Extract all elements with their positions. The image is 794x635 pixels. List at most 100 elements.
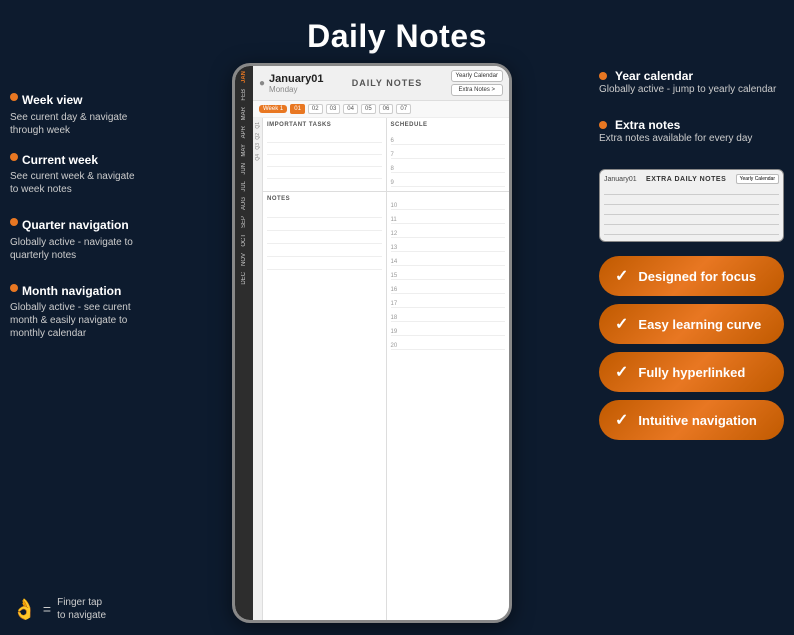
note-line-5 (267, 257, 382, 270)
sched-11: 11 (391, 210, 506, 224)
sched-8: 8 (391, 159, 506, 173)
extra-notes-preview: January01 EXTRA DAILY NOTES Yearly Calen… (599, 169, 784, 242)
dot-week-view (10, 93, 18, 101)
q2-label[interactable]: Q2 (255, 133, 261, 140)
finger-icon: 👌 (12, 597, 37, 622)
clock-icon: ● (259, 78, 265, 89)
sched-16: 16 (391, 280, 506, 294)
week-day-01[interactable]: 01 (290, 104, 305, 114)
annotation-quarter-nav-title: Quarter navigation (22, 218, 129, 234)
planner-body: Q1 Q2 Q3 Q4 IMPORTANT TASKS (253, 118, 509, 620)
annotation-quarter-nav: Quarter navigation Globally active - nav… (10, 218, 145, 262)
feature-text-navigation: Intuitive navigation (638, 413, 756, 428)
extra-notes-date: January01 (604, 176, 637, 183)
extra-notes-yearly-btn[interactable]: Yearly Calendar (736, 174, 779, 184)
tap-text: Finger tapto navigate (57, 596, 106, 622)
extra-notes-button[interactable]: Extra Notes > (451, 84, 503, 96)
dot-year-cal (599, 72, 607, 80)
date-block: January01 Monday (269, 73, 323, 94)
week-day-02[interactable]: 02 (308, 104, 323, 114)
planner-header: ● January01 Monday DAILY NOTES Yearly Ca… (253, 66, 509, 101)
annotation-month-nav-desc: Globally active - see curent month & eas… (10, 301, 145, 340)
month-sep[interactable]: SEP (241, 213, 247, 231)
yearly-calendar-button[interactable]: Yearly Calendar (451, 70, 503, 82)
device-inner: JAN FEB MAR APR MAY JUN JUL AUG SEP OCT … (235, 66, 509, 620)
sched-19: 19 (391, 322, 506, 336)
month-apr[interactable]: APR (241, 123, 247, 141)
extra-line-3 (604, 207, 779, 215)
month-jan[interactable]: JAN (241, 68, 247, 86)
device-area: JAN FEB MAR APR MAY JUN JUL AUG SEP OCT … (153, 63, 591, 635)
sched-13: 13 (391, 238, 506, 252)
sched-12: 12 (391, 224, 506, 238)
check-icon-learning: ✓ (615, 314, 628, 334)
annotation-month-nav-title: Month navigation (22, 284, 121, 300)
week-day-03[interactable]: 03 (326, 104, 341, 114)
notes-section: NOTES (263, 192, 386, 620)
week-day-05[interactable]: 05 (361, 104, 376, 114)
q3-label[interactable]: Q3 (255, 143, 261, 150)
annotation-year-cal: Year calendar Globally active - jump to … (599, 69, 784, 96)
task-line-1 (267, 131, 382, 143)
extra-line-4 (604, 217, 779, 225)
annotation-current-week-desc: See curent week & navigate to week notes (10, 170, 145, 196)
sched-20: 20 (391, 336, 506, 350)
sched-15: 15 (391, 266, 506, 280)
annotation-extra-notes-title: Extra notes (615, 118, 680, 132)
task-line-2 (267, 143, 382, 155)
week-day-04[interactable]: 04 (343, 104, 358, 114)
month-aug[interactable]: AUG (241, 194, 247, 213)
planner-content: ● January01 Monday DAILY NOTES Yearly Ca… (253, 66, 509, 620)
week-day-07[interactable]: 07 (396, 104, 411, 114)
page-title: Daily Notes (0, 0, 794, 55)
annotation-extra-notes-desc: Extra notes available for every day (599, 132, 784, 145)
feature-badge-learning: ✓ Easy learning curve (599, 304, 784, 344)
month-jul[interactable]: JUL (241, 178, 247, 195)
month-feb[interactable]: FEB (241, 86, 247, 104)
sched-18: 18 (391, 308, 506, 322)
quarter-sidebar: Q1 Q2 Q3 Q4 (253, 118, 263, 620)
sched-7: 7 (391, 145, 506, 159)
week-label[interactable]: Week 1 (259, 105, 287, 113)
annotation-week-view-title: Week view (22, 93, 82, 109)
equals-sign: = (43, 601, 51, 617)
month-oct[interactable]: OCT (241, 231, 247, 250)
device-frame: JAN FEB MAR APR MAY JUN JUL AUG SEP OCT … (232, 63, 512, 623)
annotation-extra-notes: Extra notes Extra notes available for ev… (599, 118, 784, 145)
month-mar[interactable]: MAR (241, 104, 247, 123)
feature-text-hyperlinked: Fully hyperlinked (638, 365, 745, 380)
extra-line-1 (604, 187, 779, 195)
bottom-section: NOTES 10 11 12 (263, 192, 509, 620)
note-line-4 (267, 244, 382, 257)
month-jun[interactable]: JUN (241, 160, 247, 178)
week-row: Week 1 01 02 03 04 05 06 07 (253, 101, 509, 118)
task-line-4 (267, 167, 382, 179)
dot-quarter-nav (10, 218, 18, 226)
schedule-header: SCHEDULE (391, 122, 506, 128)
sched-17: 17 (391, 294, 506, 308)
annotation-current-week: Current week See curent week & navigate … (10, 153, 145, 197)
sched-9: 9 (391, 173, 506, 187)
header-left: ● January01 Monday (259, 73, 323, 94)
extra-notes-label: EXTRA DAILY NOTES (646, 176, 726, 183)
annotation-week-view: Week view See curent day & navigate thro… (10, 93, 145, 137)
date-title: January01 (269, 73, 323, 85)
extra-line-2 (604, 197, 779, 205)
daily-notes-label: DAILY NOTES (352, 78, 423, 88)
feature-text-learning: Easy learning curve (638, 317, 761, 332)
day-name: Monday (269, 85, 323, 94)
right-annotations: Year calendar Globally active - jump to … (599, 69, 784, 155)
month-dec[interactable]: DEC (241, 269, 247, 288)
q1-label[interactable]: Q1 (255, 122, 261, 129)
schedule-column-cont: 10 11 12 13 14 15 16 17 18 19 (386, 192, 510, 620)
sched-6: 6 (391, 131, 506, 145)
week-day-06[interactable]: 06 (379, 104, 394, 114)
month-nov[interactable]: NOV (241, 250, 247, 269)
sched-14: 14 (391, 252, 506, 266)
notes-header: NOTES (267, 196, 382, 202)
main-layout: Week view See curent day & navigate thro… (0, 55, 794, 635)
dot-current-week (10, 153, 18, 161)
q4-label[interactable]: Q4 (255, 154, 261, 161)
month-may[interactable]: MAY (241, 141, 247, 160)
tasks-header: IMPORTANT TASKS (267, 122, 382, 128)
